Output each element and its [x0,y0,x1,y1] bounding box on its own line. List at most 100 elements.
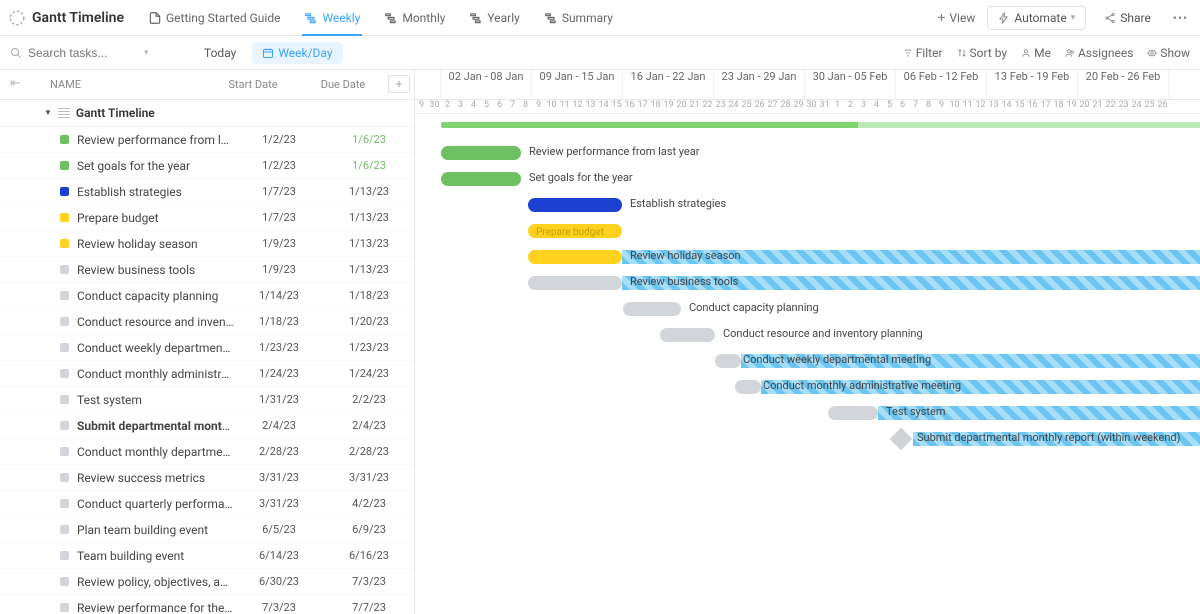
status-square [60,239,69,248]
day-cell: 1 [831,100,844,113]
task-row[interactable]: Review policy, objectives, and busi...6/… [0,569,414,595]
zoom-label: Week/Day [278,46,332,60]
task-row[interactable]: Establish strategies1/7/231/13/23 [0,179,414,205]
bar-label: Conduct monthly administrative meeting [763,379,961,392]
day-cell: 18 [649,100,662,113]
task-row[interactable]: Conduct capacity planning1/14/231/18/23 [0,283,414,309]
add-view-label: View [949,11,975,25]
task-row[interactable]: Plan team building event6/5/236/9/23 [0,517,414,543]
task-row[interactable]: Team building event6/14/236/16/23 [0,543,414,569]
tab-summary[interactable]: Summary [532,0,625,36]
day-cell: 22 [1104,100,1117,113]
task-start: 3/31/23 [234,471,324,484]
task-due: 1/6/23 [324,133,414,146]
task-bar[interactable] [528,198,622,212]
task-bar[interactable] [660,328,715,342]
col-name[interactable]: NAME [0,78,208,91]
collapse-handle-icon[interactable]: ⇤ [10,76,21,91]
tab-icon [384,11,398,25]
tab-icon [304,11,318,25]
tab-label: Getting Started Guide [166,11,280,25]
task-row[interactable]: Submit departmental monthly re...2/4/232… [0,413,414,439]
timeline-row: Conduct capacity planning [415,296,1200,322]
day-cell: 28 [779,100,792,113]
task-bar[interactable] [623,302,681,316]
day-cell: 16 [623,100,636,113]
day-cell: 13 [584,100,597,113]
sort-button[interactable]: Sort by [957,46,1008,60]
me-button[interactable]: Me [1021,46,1051,60]
task-name: Conduct weekly departmental me... [77,341,234,355]
triangle-down-icon[interactable]: ▼ [44,108,52,117]
day-cell: 14 [1000,100,1013,113]
task-bar[interactable] [735,380,761,394]
day-cell: 9 [415,100,428,113]
tab-icon [469,11,483,25]
zoom-toggle[interactable]: Week/Day [252,42,342,64]
day-cell: 26 [753,100,766,113]
summary-bar[interactable] [441,122,1200,128]
show-button[interactable]: Show [1147,46,1190,60]
task-bar[interactable] [828,406,878,420]
task-row[interactable]: Conduct monthly departmental m...2/28/23… [0,439,414,465]
task-row[interactable]: Review performance for the last 6 ...7/3… [0,595,414,614]
task-row[interactable]: Conduct weekly departmental me...1/23/23… [0,335,414,361]
day-cell: 3 [454,100,467,113]
task-row[interactable]: Set goals for the year1/2/231/6/23 [0,153,414,179]
task-bar[interactable] [715,354,741,368]
task-bar[interactable] [528,276,622,290]
task-row[interactable]: Review business tools1/9/231/13/23 [0,257,414,283]
task-row[interactable]: Review performance from last year1/2/231… [0,127,414,153]
day-cell: 4 [467,100,480,113]
automate-button[interactable]: Automate ▾ [987,6,1086,30]
day-cell: 11 [558,100,571,113]
today-button[interactable]: Today [196,42,244,64]
timeline-header: 02 Jan - 08 Jan09 Jan - 15 Jan16 Jan - 2… [415,70,1200,100]
add-column-button[interactable]: + [388,75,410,93]
task-start: 6/5/23 [234,523,324,536]
assignees-button[interactable]: Assignees [1065,46,1133,60]
tab-monthly[interactable]: Monthly [372,0,457,36]
tab-weekly[interactable]: Weekly [292,0,372,36]
day-cell: 22 [701,100,714,113]
task-row[interactable]: Conduct monthly administrative m...1/24/… [0,361,414,387]
timeline-pane[interactable]: 02 Jan - 08 Jan09 Jan - 15 Jan16 Jan - 2… [415,70,1200,614]
milestone-diamond[interactable] [890,428,913,451]
task-row[interactable]: Test system1/31/232/2/23 [0,387,414,413]
more-menu[interactable]: ••• [1169,7,1192,29]
col-due[interactable]: Due Date [298,78,388,91]
task-row[interactable]: Conduct resource and inventory pl...1/18… [0,309,414,335]
search-box[interactable]: ▾ [10,46,160,60]
task-bar[interactable] [528,250,622,264]
tab-icon [148,11,162,25]
task-row[interactable]: Review success metrics3/31/233/31/23 [0,465,414,491]
day-cell: 5 [883,100,896,113]
tab-yearly[interactable]: Yearly [457,0,531,36]
task-row[interactable]: Prepare budget1/7/231/13/23 [0,205,414,231]
search-input[interactable] [28,46,138,60]
task-row[interactable]: Conduct quarterly performance m...3/31/2… [0,491,414,517]
task-row[interactable]: Review holiday season1/9/231/13/23 [0,231,414,257]
task-bar[interactable]: Prepare budget [528,224,622,238]
automate-icon [998,12,1010,24]
add-view[interactable]: + View [925,0,987,36]
timeline-row: Conduct monthly administrative meeting [415,374,1200,400]
task-start: 1/9/23 [234,263,324,276]
bar-label: Conduct weekly departmental meeting [743,353,931,366]
share-label: Share [1120,11,1151,25]
task-start: 1/23/23 [234,341,324,354]
group-row[interactable]: ▼ Gantt Timeline [0,100,414,128]
week-header: 02 Jan - 08 Jan [441,70,532,99]
filter-label: Filter [916,46,943,60]
task-bar[interactable] [441,146,521,160]
share-button[interactable]: Share [1094,7,1161,29]
tab-label: Weekly [322,11,360,25]
tab-getting-started-guide[interactable]: Getting Started Guide [136,0,292,36]
col-start[interactable]: Start Date [208,78,298,91]
filter-button[interactable]: Filter [903,46,943,60]
task-due: 6/9/23 [324,523,414,536]
day-cell: 6 [493,100,506,113]
bar-label: Review holiday season [630,249,741,262]
task-name: Prepare budget [77,211,234,225]
task-bar[interactable] [441,172,521,186]
